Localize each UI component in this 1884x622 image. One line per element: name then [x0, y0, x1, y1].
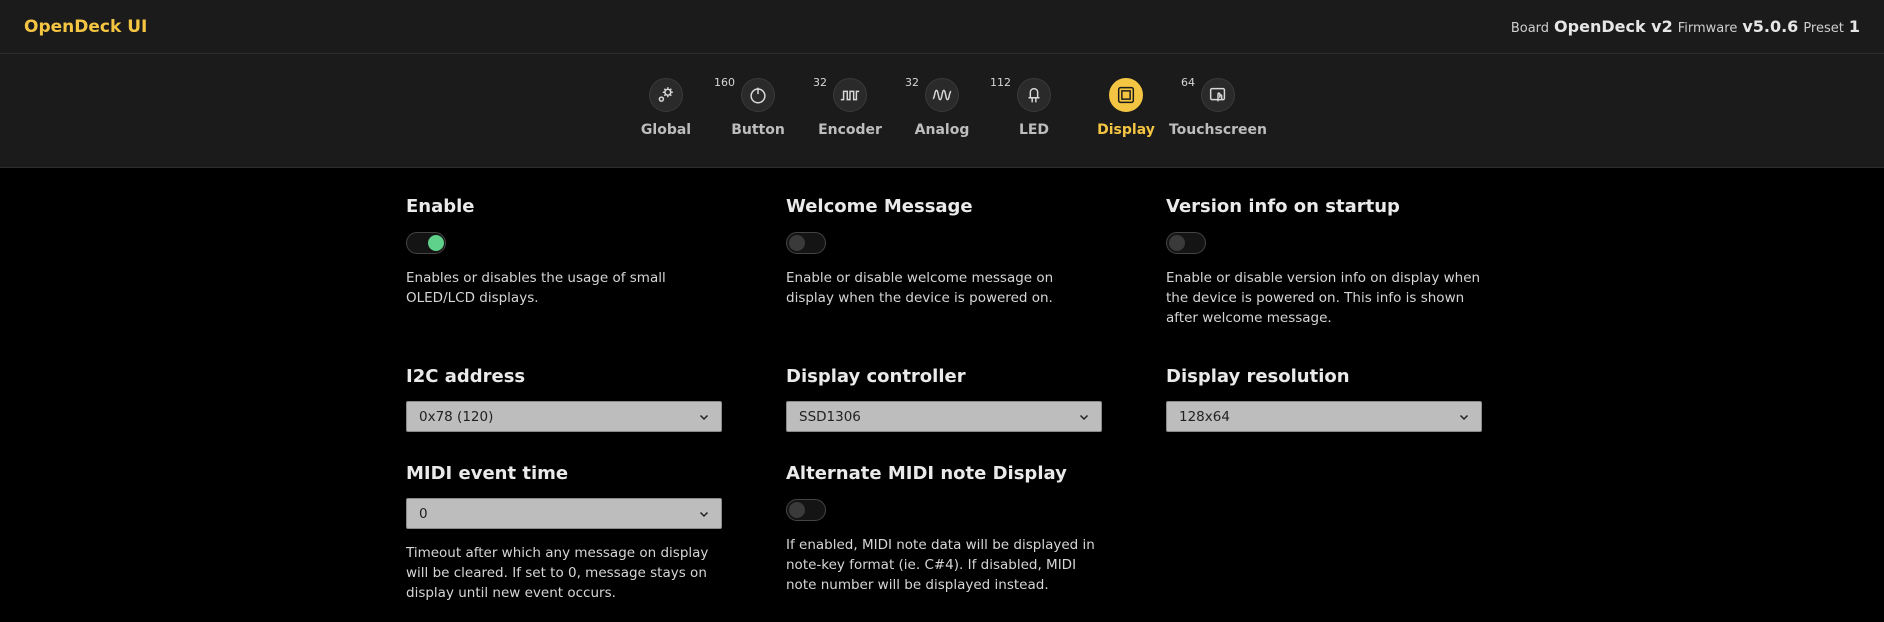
select-value: SSD1306 [799, 408, 861, 425]
nav-item-global[interactable]: Global [631, 78, 701, 138]
nav-label: Encoder [818, 122, 882, 138]
setting-welcome-message: Welcome Message Enable or disable welcom… [786, 196, 1102, 308]
setting-display-controller: Display controller SSD1306 [786, 366, 1102, 432]
nav-count: 160 [714, 76, 735, 89]
firmware-value: v5.0.6 [1742, 17, 1799, 36]
nav-item-analog[interactable]: 32 Analog [905, 76, 977, 138]
nav-count: 112 [990, 76, 1011, 89]
setting-title: Alternate MIDI note Display [786, 463, 1067, 484]
i2c-address-select[interactable]: 0x78 (120) [406, 401, 722, 432]
setting-description: Enable or disable welcome message on dis… [786, 270, 1054, 306]
square-wave-icon [833, 78, 867, 112]
nav-count: 64 [1181, 76, 1195, 89]
select-value: 0x78 (120) [419, 408, 494, 425]
setting-display-resolution: Display resolution 128x64 [1166, 366, 1482, 432]
nav-label: Button [731, 122, 785, 138]
setting-title: Enable [406, 196, 475, 217]
section-nav: Global 160 Button 32 Encoder 32 Analog 1… [0, 54, 1884, 168]
setting-description: Enable or disable version info on displa… [1166, 270, 1481, 326]
setting-title: Display controller [786, 366, 966, 387]
version-info-toggle[interactable] [1166, 232, 1206, 254]
chevron-down-icon [1459, 414, 1469, 420]
setting-i2c-address: I2C address 0x78 (120) [406, 366, 722, 432]
nav-item-touchscreen[interactable]: 64 Touchscreen [1169, 76, 1267, 138]
nav-item-display[interactable]: Display [1091, 78, 1161, 138]
chevron-down-icon [699, 414, 709, 420]
setting-description: Timeout after which any message on displ… [406, 545, 709, 601]
power-button-icon [741, 78, 775, 112]
gear-icon [649, 78, 683, 112]
setting-description: Enables or disables the usage of small O… [406, 270, 666, 306]
welcome-message-toggle[interactable] [786, 232, 826, 254]
board-label: Board [1510, 21, 1550, 36]
preset-label: Preset [1803, 21, 1844, 36]
setting-version-info: Version info on startup Enable or disabl… [1166, 196, 1482, 328]
enable-toggle[interactable] [406, 232, 446, 254]
nav-item-encoder[interactable]: 32 Encoder [813, 76, 885, 138]
chevron-down-icon [699, 511, 709, 517]
setting-title: MIDI event time [406, 463, 569, 484]
led-icon [1017, 78, 1051, 112]
setting-midi-event-time: MIDI event time 0 Timeout after which an… [406, 463, 722, 603]
setting-description: If enabled, MIDI note data will be displ… [786, 537, 1095, 593]
nav-item-button[interactable]: 160 Button [714, 76, 793, 138]
nav-label: Global [640, 122, 692, 138]
setting-title: Welcome Message [786, 196, 973, 217]
setting-title: Version info on startup [1166, 196, 1400, 217]
setting-title: Display resolution [1166, 366, 1350, 387]
device-info: Board OpenDeck v2 Firmware v5.0.6 Preset… [1511, 17, 1860, 36]
top-bar: OpenDeck UI Board OpenDeck v2 Firmware v… [0, 0, 1884, 54]
display-resolution-select[interactable]: 128x64 [1166, 401, 1482, 432]
firmware-label: Firmware [1677, 21, 1738, 36]
setting-enable: Enable Enables or disables the usage of … [406, 196, 722, 308]
setting-title: I2C address [406, 366, 526, 387]
select-value: 128x64 [1179, 408, 1230, 425]
touchscreen-icon [1201, 78, 1235, 112]
board-value: OpenDeck v2 [1554, 17, 1673, 36]
nav-label: Display [1097, 122, 1155, 138]
alternate-midi-note-toggle[interactable] [786, 499, 826, 521]
nav-label: LED [1018, 122, 1050, 138]
sine-wave-icon [925, 78, 959, 112]
nav-label: Analog [914, 122, 970, 138]
nav-label: Touchscreen [1168, 122, 1268, 138]
nav-count: 32 [813, 76, 827, 89]
select-value: 0 [419, 505, 428, 522]
preset-value: 1 [1848, 17, 1860, 36]
nav-count: 32 [905, 76, 919, 89]
nav-item-led[interactable]: 112 LED [990, 76, 1069, 138]
display-controller-select[interactable]: SSD1306 [786, 401, 1102, 432]
chevron-down-icon [1079, 414, 1089, 420]
app-title[interactable]: OpenDeck UI [24, 17, 147, 37]
display-icon [1109, 78, 1143, 112]
midi-event-time-select[interactable]: 0 [406, 498, 722, 529]
setting-alternate-midi-note: Alternate MIDI note Display If enabled, … [786, 463, 1102, 595]
